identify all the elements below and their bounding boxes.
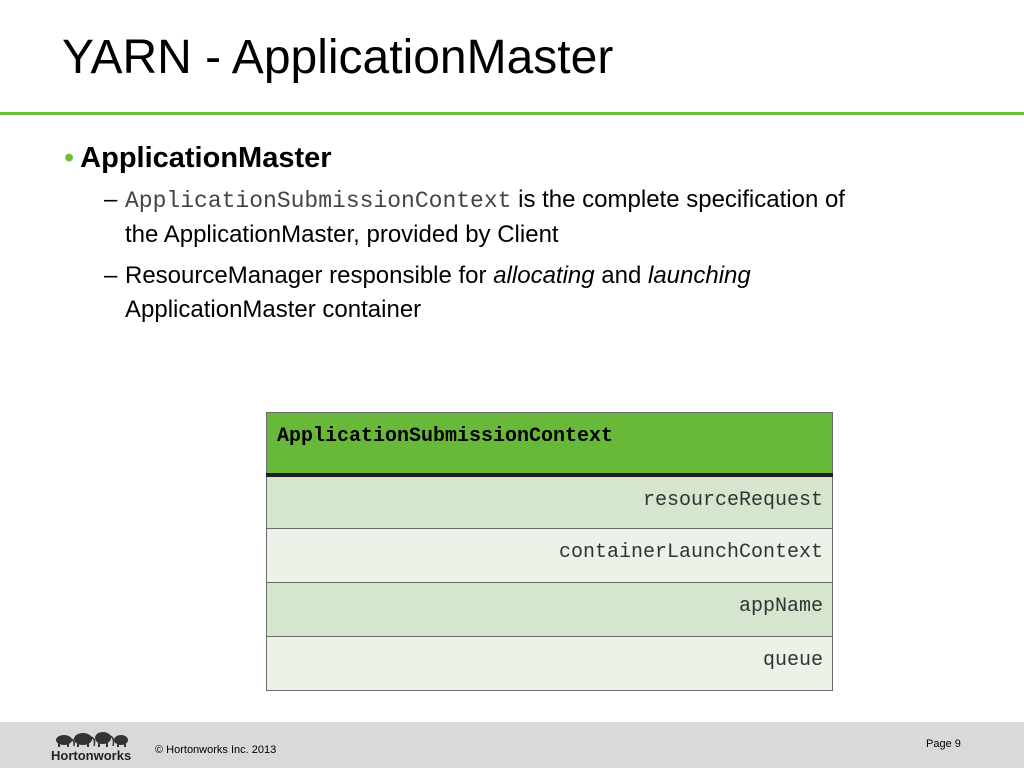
emphasis-launching: launching: [648, 262, 751, 289]
copyright-text: © Hortonworks Inc. 2013: [155, 744, 277, 756]
dash-icon: –: [104, 262, 118, 289]
sub-bullet-2: – ResourceManager responsible for alloca…: [104, 259, 884, 327]
title-divider: [0, 112, 1024, 115]
table-row: queue: [266, 636, 833, 691]
hortonworks-logo-text: Hortonworks: [51, 748, 132, 763]
table-cell-queue: queue: [266, 636, 833, 691]
sub-bullet-2-after: ApplicationMaster container: [125, 296, 422, 323]
sub-bullet-2-mid: and: [594, 262, 648, 289]
table-cell-resource-request: resourceRequest: [266, 474, 833, 529]
table-cell-container-launch-context: containerLaunchContext: [266, 528, 833, 583]
bullet-label: ApplicationMaster: [80, 142, 332, 174]
sub-bullet-2-text: ResourceManager responsible for allocati…: [125, 259, 884, 327]
submission-context-table: ApplicationSubmissionContext resourceReq…: [266, 412, 833, 691]
bullet-dot-icon: •: [64, 142, 75, 174]
bullet-applicationmaster: • ApplicationMaster: [64, 140, 332, 176]
table-header-cell: ApplicationSubmissionContext: [266, 412, 833, 477]
slide-title: YARN - ApplicationMaster: [62, 31, 614, 84]
sub-bullet-2-before: ResourceManager responsible for: [125, 262, 494, 289]
table-cell-app-name: appName: [266, 582, 833, 637]
table-row: containerLaunchContext: [266, 528, 833, 583]
table-row: resourceRequest: [266, 474, 833, 529]
table-row: appName: [266, 582, 833, 637]
sub-bullet-1: – ApplicationSubmissionContext is the co…: [104, 183, 884, 252]
sub-bullet-1-text: ApplicationSubmissionContext is the comp…: [125, 183, 884, 252]
table-header-row: ApplicationSubmissionContext: [266, 412, 833, 477]
page-number: Page 9: [926, 738, 961, 750]
emphasis-allocating: allocating: [493, 262, 595, 289]
dash-icon: –: [104, 186, 118, 213]
footer-bar: [0, 722, 1024, 768]
code-term: ApplicationSubmissionContext: [125, 188, 512, 214]
